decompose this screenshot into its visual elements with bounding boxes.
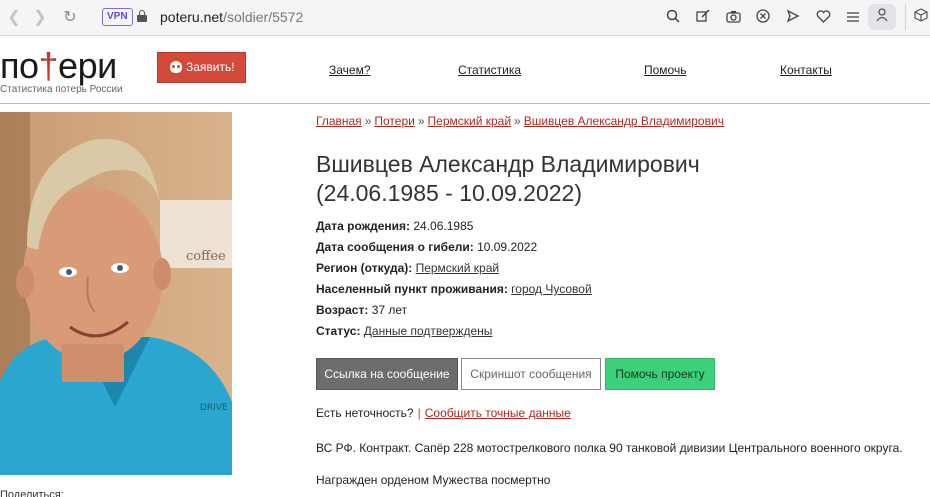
report-correct-data-link[interactable]: Сообщить точные данные: [425, 406, 571, 420]
breadcrumb-separator: »: [364, 114, 372, 128]
inaccuracy-separator: |: [417, 406, 421, 420]
reload-icon[interactable]: ↻: [60, 8, 80, 28]
breadcrumb-separator: »: [514, 114, 521, 128]
logo-cross: †: [38, 45, 59, 86]
city-label: Населенный пункт проживания:: [316, 282, 508, 296]
message-link-button[interactable]: Ссылка на сообщение: [316, 358, 458, 390]
city-link[interactable]: город Чусовой: [511, 282, 592, 296]
person-dates: (24.06.1985 - 10.09.2022): [316, 180, 582, 206]
breadcrumb: Главная» Потери» Пермский край» Вшивцев Але…: [316, 114, 724, 128]
field-region: Регион (откуда): Пермский край: [316, 258, 592, 279]
report-button-label: Заявить!: [186, 60, 235, 74]
report-button[interactable]: Заявить!: [157, 52, 246, 83]
birth-value: 24.06.1985: [413, 219, 474, 233]
site-logo[interactable]: по†ери: [0, 48, 117, 84]
vpn-badge[interactable]: VPN: [102, 8, 133, 26]
birth-label: Дата рождения:: [316, 219, 411, 233]
field-birth: Дата рождения: 24.06.1985: [316, 216, 592, 237]
forward-arrow-icon[interactable]: ❯: [30, 8, 50, 28]
url-path: /soldier/5572: [223, 9, 304, 25]
edit-icon[interactable]: [692, 7, 714, 29]
block-icon[interactable]: [752, 7, 774, 29]
soldier-photo: coffee DRIVE DRIVE: [0, 112, 232, 475]
logo-subtitle: Статистика потерь России: [0, 84, 123, 95]
logo-part1: по: [0, 45, 39, 86]
field-city: Населенный пункт проживания: город Чусов…: [316, 279, 592, 300]
breadcrumb-person[interactable]: Вшивцев Александр Владимирович: [524, 114, 724, 128]
header-divider: [0, 103, 930, 104]
browser-toolbar: ❮ ❯ ↻ VPN poteru.net/soldier/5572: [0, 0, 930, 36]
award-text: Награжден орденом Мужества посмертно: [316, 473, 551, 487]
camera-icon[interactable]: [722, 7, 744, 29]
address-bar[interactable]: poteru.net/soldier/5572: [160, 9, 303, 25]
nav-link-why[interactable]: Зачем?: [329, 63, 371, 77]
breadcrumb-region[interactable]: Пермский край: [428, 114, 512, 128]
bio-text: ВС РФ. Контракт. Сапёр 228 мотострелково…: [316, 441, 903, 455]
person-name: Вшивцев Александр Владимирович: [316, 151, 700, 177]
field-death: Дата сообщения о гибели: 10.09.2022: [316, 237, 592, 258]
share-label: Поделиться:: [0, 489, 64, 497]
region-label: Регион (откуда):: [316, 261, 413, 275]
url-host: poteru.net: [160, 9, 224, 25]
menu-icon[interactable]: [842, 7, 864, 29]
back-arrow-icon[interactable]: ❮: [4, 8, 24, 28]
cube-icon[interactable]: [905, 4, 930, 30]
breadcrumb-home[interactable]: Главная: [316, 114, 362, 128]
death-label: Дата сообщения о гибели:: [316, 240, 474, 254]
send-icon[interactable]: [782, 7, 804, 29]
death-value: 10.09.2022: [477, 240, 538, 254]
nav-link-contacts[interactable]: Контакты: [780, 63, 832, 77]
info-fields: Дата рождения: 24.06.1985 Дата сообщения…: [316, 216, 592, 342]
svg-text:coffee: coffee: [186, 249, 226, 264]
status-link[interactable]: Данные подтверждены: [364, 324, 493, 338]
logo-part2: ери: [58, 45, 117, 86]
heart-icon[interactable]: [812, 7, 834, 29]
svg-text:DRIVE: DRIVE: [200, 403, 228, 413]
search-icon[interactable]: [662, 7, 684, 29]
lock-icon[interactable]: [137, 10, 147, 22]
status-label: Статус:: [316, 324, 361, 338]
region-link[interactable]: Пермский край: [416, 261, 500, 275]
help-project-button[interactable]: Помочь проекту: [605, 358, 715, 390]
inaccuracy-row: Есть неточность? | Сообщить точные данные: [316, 406, 571, 420]
nav-link-help[interactable]: Помочь: [644, 63, 686, 77]
inaccuracy-question: Есть неточность?: [316, 406, 414, 420]
breadcrumb-separator: »: [417, 114, 425, 128]
age-label: Возраст:: [316, 303, 369, 317]
screenshot-button[interactable]: Скриншот сообщения: [461, 358, 601, 390]
field-status: Статус: Данные подтверждены: [316, 321, 592, 342]
field-age: Возраст: 37 лет: [316, 300, 592, 321]
nav-link-statistics[interactable]: Статистика: [458, 63, 521, 77]
page-title: Вшивцев Александр Владимирович (24.06.19…: [316, 150, 916, 208]
age-value: 37 лет: [371, 303, 408, 317]
breadcrumb-losses[interactable]: Потери: [374, 114, 414, 128]
skull-icon: [170, 61, 182, 73]
profile-icon[interactable]: [868, 4, 896, 30]
